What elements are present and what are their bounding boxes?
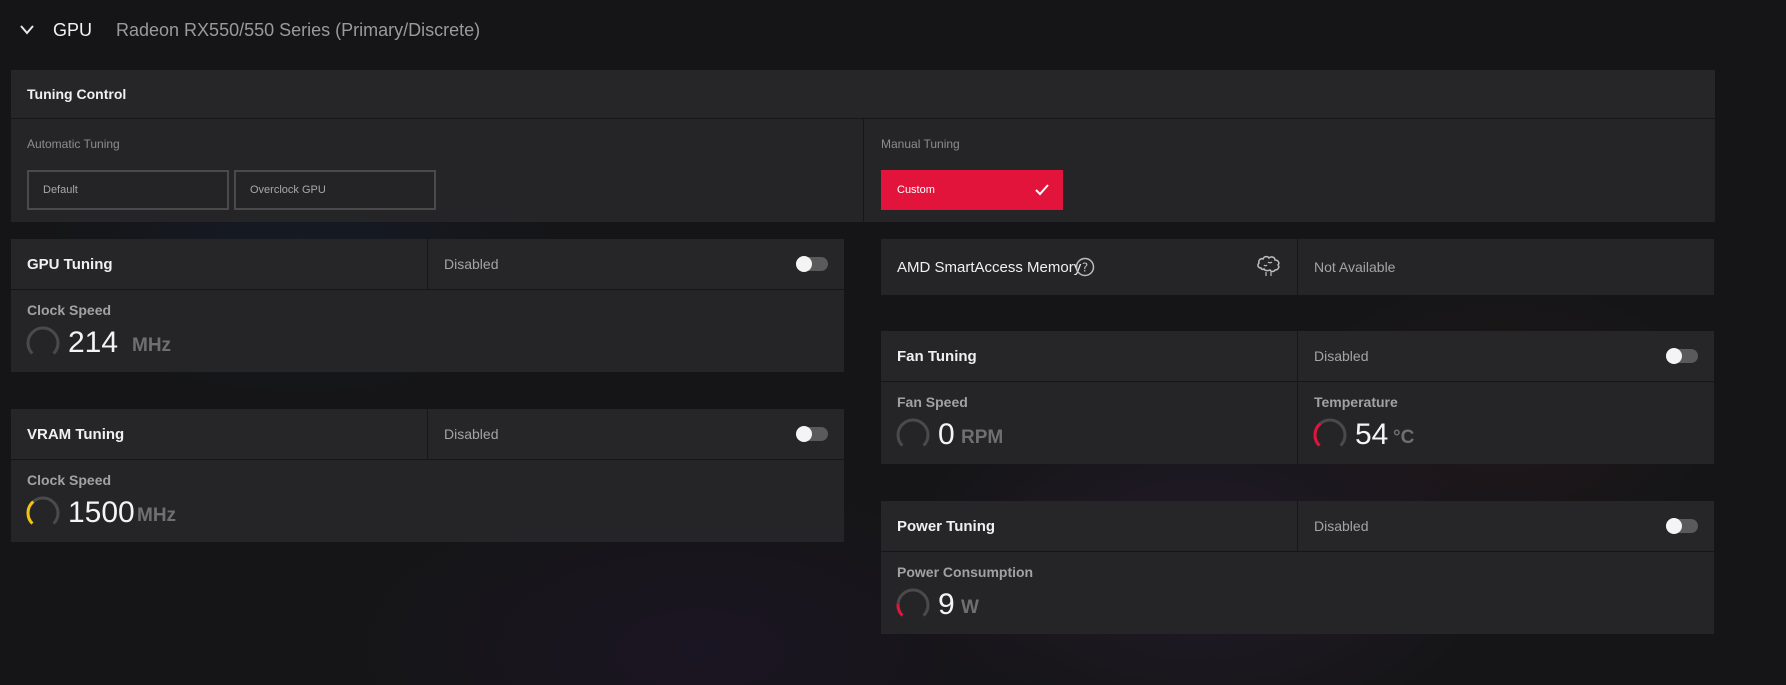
toggle-knob bbox=[1666, 518, 1682, 534]
vram-clock-gauge-icon bbox=[26, 496, 60, 525]
fan-speed-label: Fan Speed bbox=[897, 394, 968, 410]
power-tuning-toggle[interactable] bbox=[1666, 518, 1698, 534]
vram-clock-speed-label: Clock Speed bbox=[27, 472, 112, 488]
gpu-clock-gauge-icon bbox=[26, 326, 60, 355]
divider bbox=[1297, 331, 1298, 464]
clock-speed-label: Clock Speed bbox=[27, 302, 112, 318]
toggle-knob bbox=[796, 256, 812, 272]
tuning-control-title: Tuning Control bbox=[27, 86, 127, 102]
power-gauge-icon bbox=[896, 588, 930, 617]
gauge-track bbox=[896, 588, 930, 617]
divider bbox=[1297, 239, 1298, 295]
gpu-tuning-card: GPU Tuning Disabled Clock Speed 214 MHz bbox=[11, 239, 844, 372]
gauge-track bbox=[26, 326, 60, 355]
gpu-clock-unit: MHz bbox=[132, 335, 172, 356]
chevron-down-icon[interactable] bbox=[19, 24, 35, 36]
power-consumption-label: Power Consumption bbox=[897, 564, 1034, 580]
divider bbox=[1297, 501, 1298, 551]
manual-tuning-label: Manual Tuning bbox=[881, 137, 960, 151]
vram-tuning-title: VRAM Tuning bbox=[27, 426, 125, 443]
section-title: GPU bbox=[53, 20, 93, 40]
smart-access-memory-card: AMD SmartAccess Memory ? Not Available bbox=[881, 239, 1714, 295]
overclock-gpu-button[interactable]: Overclock GPU bbox=[234, 170, 436, 210]
gauge-fill bbox=[1313, 422, 1322, 447]
temperature-label: Temperature bbox=[1314, 394, 1398, 410]
gpu-tuning-status: Disabled bbox=[444, 256, 499, 272]
automatic-tuning-label: Automatic Tuning bbox=[27, 137, 120, 151]
tuning-control-header: Tuning Control bbox=[11, 70, 1715, 119]
power-tuning-title: Power Tuning bbox=[897, 518, 996, 535]
vram-tuning-header: VRAM Tuning Disabled bbox=[11, 409, 844, 460]
gauge-fill bbox=[896, 603, 904, 617]
gpu-clock-value: 214 bbox=[68, 326, 119, 359]
custom-button-label: Custom bbox=[897, 184, 935, 196]
gpu-tuning-title: GPU Tuning bbox=[27, 256, 113, 273]
power-unit: W bbox=[961, 597, 979, 618]
fan-speed-unit: RPM bbox=[961, 427, 1004, 448]
tuning-control-panel: Tuning Control Automatic Tuning Default … bbox=[11, 70, 1715, 222]
vram-tuning-card: VRAM Tuning Disabled Clock Speed 1500 MH… bbox=[11, 409, 844, 542]
fan-tuning-status: Disabled bbox=[1314, 348, 1369, 364]
gpu-tuning-header: GPU Tuning Disabled bbox=[11, 239, 844, 290]
brain-icon bbox=[1257, 255, 1280, 276]
custom-button[interactable]: Custom bbox=[881, 170, 1063, 210]
fan-tuning-title: Fan Tuning bbox=[897, 348, 977, 365]
temperature-unit: °C bbox=[1393, 427, 1415, 448]
vram-clock-unit: MHz bbox=[137, 505, 177, 526]
power-value: 9 bbox=[938, 588, 955, 621]
help-icon[interactable]: ? bbox=[1075, 257, 1095, 277]
fan-speed-value: 0 bbox=[938, 418, 955, 451]
divider bbox=[863, 118, 864, 222]
fan-speed-gauge-icon bbox=[896, 418, 930, 447]
smart-access-title: AMD SmartAccess Memory bbox=[897, 259, 1082, 276]
svg-text:?: ? bbox=[1082, 261, 1088, 275]
temperature-gauge-icon bbox=[1313, 418, 1347, 447]
smart-access-status: Not Available bbox=[1314, 259, 1396, 275]
gauge-track bbox=[896, 418, 930, 447]
gauge-fill bbox=[26, 500, 35, 525]
divider bbox=[427, 409, 428, 459]
gpu-tuning-toggle[interactable] bbox=[796, 256, 828, 272]
divider bbox=[427, 239, 428, 289]
vram-clock-value: 1500 bbox=[68, 496, 135, 529]
toggle-knob bbox=[796, 426, 812, 442]
fan-tuning-card: Fan Tuning Disabled Fan Speed 0 RPM Temp… bbox=[881, 331, 1714, 464]
temperature-value: 54 bbox=[1355, 418, 1389, 451]
vram-tuning-toggle[interactable] bbox=[796, 426, 828, 442]
device-name: Radeon RX550/550 Series (Primary/Discret… bbox=[116, 20, 481, 40]
vram-tuning-status: Disabled bbox=[444, 426, 499, 442]
toggle-knob bbox=[1666, 348, 1682, 364]
checkmark-icon bbox=[1035, 184, 1049, 196]
power-tuning-card: Power Tuning Disabled Power Consumption … bbox=[881, 501, 1714, 634]
default-button[interactable]: Default bbox=[27, 170, 229, 210]
power-tuning-header: Power Tuning Disabled bbox=[881, 501, 1714, 552]
power-tuning-status: Disabled bbox=[1314, 518, 1369, 534]
fan-tuning-toggle[interactable] bbox=[1666, 348, 1698, 364]
